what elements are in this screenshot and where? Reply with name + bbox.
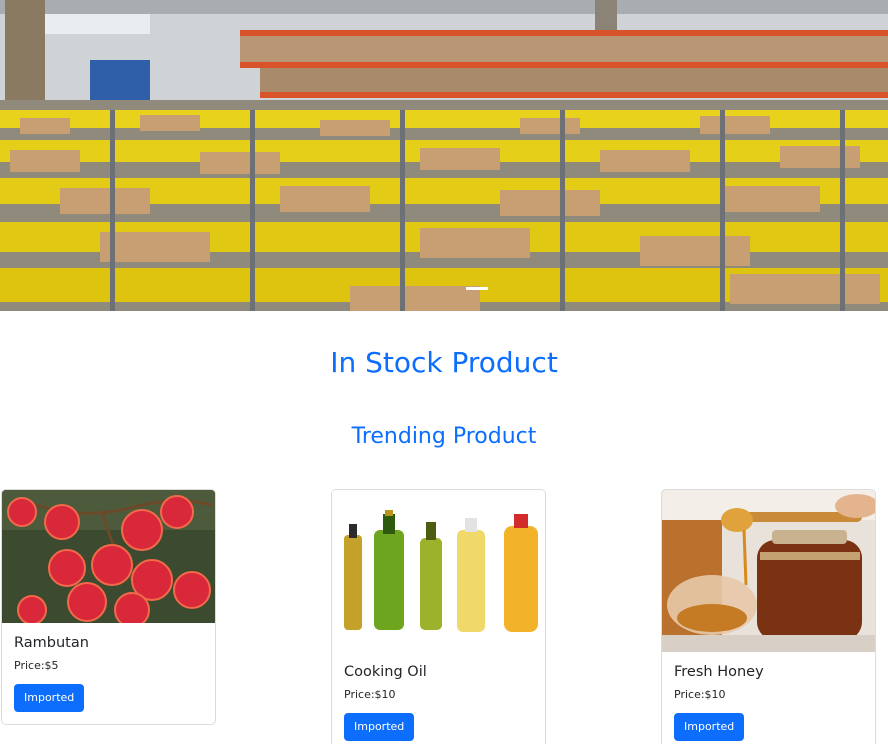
product-price: Price:$5 <box>14 659 59 672</box>
product-card-cooking-oil: Cooking Oil Price:$10 Imported <box>331 489 546 744</box>
imported-button[interactable]: Imported <box>14 684 85 712</box>
warehouse-image <box>0 0 888 311</box>
honey-image <box>662 490 875 652</box>
section-title: Trending Product <box>351 424 537 449</box>
product-card-fresh-honey: Fresh Honey Price:$10 Imported <box>661 489 876 744</box>
product-name: Cooking Oil <box>344 664 427 680</box>
product-price: Price:$10 <box>344 688 396 701</box>
product-name: Rambutan <box>14 635 89 651</box>
product-price: Price:$10 <box>674 688 726 701</box>
imported-button[interactable]: Imported <box>344 713 415 741</box>
page-title: In Stock Product <box>330 346 558 379</box>
imported-button[interactable]: Imported <box>674 713 745 741</box>
hero-banner <box>0 0 888 311</box>
carousel-indicator[interactable] <box>466 287 488 290</box>
cooking-oil-image <box>332 490 545 652</box>
product-name: Fresh Honey <box>674 664 764 680</box>
product-card-rambutan: Rambutan Price:$5 Imported <box>1 489 216 725</box>
rambutan-image <box>2 490 215 623</box>
